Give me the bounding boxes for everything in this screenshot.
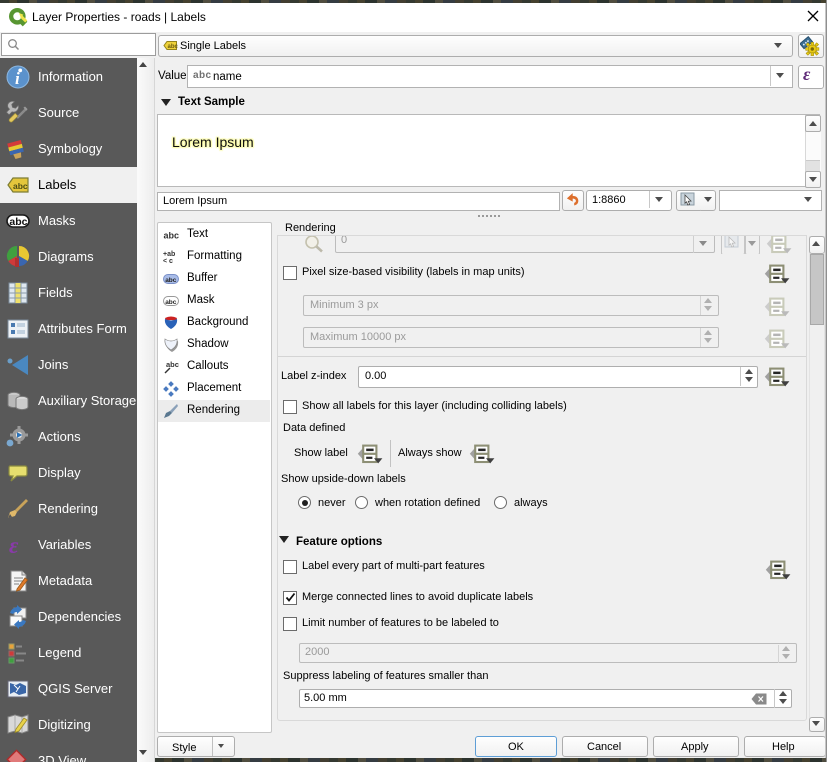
svg-text:abc: abc (165, 299, 177, 306)
svg-text:abc: abc (164, 231, 180, 241)
svg-text:ε: ε (9, 533, 19, 557)
svg-text:abc: abc (166, 360, 179, 369)
svg-text:abc: abc (168, 44, 179, 50)
svg-text:+ab: +ab (163, 251, 175, 258)
svg-text:< c: < c (163, 258, 173, 265)
svg-text:abc: abc (165, 277, 177, 284)
svg-text:abc: abc (9, 216, 27, 228)
svg-text:abc: abc (13, 181, 28, 191)
